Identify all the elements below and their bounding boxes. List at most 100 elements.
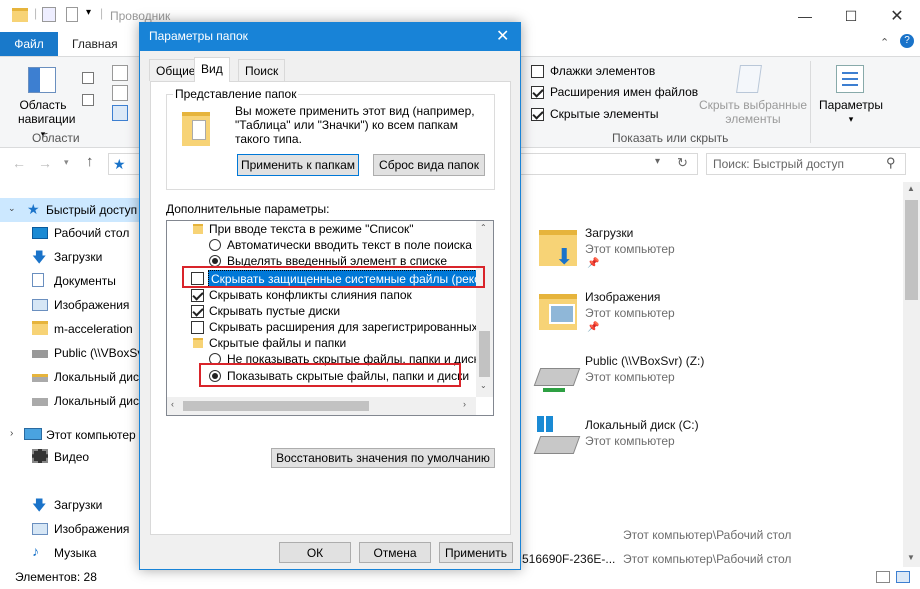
checkbox[interactable]: [191, 305, 204, 318]
back-icon[interactable]: ←: [12, 155, 26, 171]
tab-view[interactable]: Вид: [194, 57, 230, 82]
hidden-items-toggle[interactable]: Скрытые элементы: [531, 107, 659, 121]
list-item-label: При вводе текста в режиме "Список": [209, 222, 414, 236]
checkbox[interactable]: [531, 85, 544, 99]
checkbox[interactable]: [191, 289, 204, 302]
minimize-button[interactable]: —: [782, 0, 828, 32]
recent-locations-icon[interactable]: ▾: [64, 157, 69, 168]
tab-file[interactable]: Файл: [0, 32, 58, 56]
reset-folders-button[interactable]: Сброс вида папок: [373, 154, 485, 176]
separator: |: [100, 6, 104, 20]
tile-subtitle: Этот компьютер: [585, 306, 675, 320]
music-icon: ♪: [32, 543, 39, 559]
file-extensions-toggle[interactable]: Расширения имен файлов: [531, 85, 698, 99]
tile-title: Изображения: [585, 290, 661, 304]
nav-item-downloads-pc[interactable]: 🡇 Загрузки: [0, 494, 140, 516]
chevron-down-icon[interactable]: ▾: [655, 156, 660, 167]
navigation-pane-icon[interactable]: [28, 67, 56, 93]
documents-icon: [32, 273, 44, 287]
tile-downloads[interactable]: ⬇ Загрузки Этот компьютер 📌: [535, 220, 795, 276]
tile-public-drive[interactable]: Public (\\VBoxSvr) (Z:) Этот компьютер: [533, 348, 795, 404]
video-icon: [32, 449, 48, 463]
tile-local-disk[interactable]: Локальный диск (C:) Этот компьютер: [533, 412, 795, 468]
help-icon[interactable]: ?: [900, 34, 914, 48]
tile-title: Public (\\VBoxSvr) (Z:): [585, 354, 705, 368]
details-pane-icon[interactable]: [82, 94, 94, 106]
tab-search[interactable]: Поиск: [238, 59, 286, 81]
scroll-thumb[interactable]: [905, 200, 918, 300]
nav-item-desktop[interactable]: Рабочий стол: [0, 222, 140, 244]
dialog-title: Параметры папок: [149, 29, 248, 43]
scroll-down-icon[interactable]: ▼: [907, 553, 915, 562]
layout-icon[interactable]: [112, 105, 128, 121]
folder-icon: [193, 338, 203, 348]
recent-file-path: Этот компьютер\Рабочий стол: [623, 528, 792, 542]
scroll-thumb[interactable]: [183, 401, 369, 411]
scrollbar[interactable]: ▲ ▼: [903, 182, 920, 567]
restore-defaults-button[interactable]: Восстановить значения по умолчанию: [271, 448, 495, 468]
nav-quick-access[interactable]: ⌄ ★ Быстрый доступ: [0, 198, 140, 222]
ok-button[interactable]: ОК: [279, 542, 351, 563]
collapse-ribbon-icon[interactable]: ⌃: [880, 36, 889, 49]
options-label: Параметры: [819, 98, 883, 112]
scroll-up-icon[interactable]: ▲: [907, 184, 915, 193]
properties-icon[interactable]: [42, 7, 56, 22]
chevron-right-icon[interactable]: ›: [10, 428, 13, 439]
list-hscrollbar[interactable]: ‹ ›: [167, 397, 476, 415]
search-input[interactable]: Поиск: Быстрый доступ: [706, 153, 906, 175]
nav-item-downloads[interactable]: 🡇 Загрузки: [0, 246, 140, 268]
nav-item-documents[interactable]: Документы: [0, 270, 140, 292]
qat-dropdown-icon[interactable]: ▾: [86, 7, 91, 18]
tiles-view-icon[interactable]: [896, 571, 910, 583]
view-tab-panel: Представление папок Вы можете применить …: [150, 81, 511, 535]
nav-item-m-acceleration[interactable]: m-acceleration: [0, 318, 140, 340]
up-icon[interactable]: ↑: [86, 153, 94, 170]
description-line: "Таблица" или "Значки") ко всем папкам: [235, 118, 458, 132]
pin-icon[interactable]: 📌: [587, 258, 599, 269]
nav-item-pictures-pc[interactable]: Изображения: [0, 518, 140, 540]
nav-item-public[interactable]: Public (\\VBoxSvr): [0, 342, 151, 364]
layout-icon[interactable]: [112, 65, 128, 81]
nav-label: m-acceleration: [54, 322, 133, 336]
radio-button[interactable]: [209, 239, 221, 251]
item-checkboxes-toggle[interactable]: Флажки элементов: [531, 64, 655, 78]
checkbox[interactable]: [531, 107, 544, 121]
scroll-left-icon[interactable]: ‹: [171, 399, 174, 409]
chevron-down-icon[interactable]: ⌄: [8, 203, 16, 214]
close-icon[interactable]: ✕: [496, 26, 509, 46]
nav-item-local-disk-2[interactable]: Локальный дис: [0, 390, 140, 412]
hide-selected-button[interactable]: Скрыть выбранные элементы: [696, 98, 810, 126]
preview-pane-icon[interactable]: [82, 72, 94, 84]
scroll-right-icon[interactable]: ›: [463, 399, 466, 409]
advanced-settings-label: Дополнительные параметры:: [166, 202, 330, 216]
network-drive-icon: [32, 350, 48, 358]
nav-item-music[interactable]: ♪ Музыка: [0, 542, 140, 564]
checkbox[interactable]: [531, 64, 544, 78]
scroll-thumb[interactable]: [479, 331, 490, 377]
list-scrollbar[interactable]: ⌃ ⌄: [476, 221, 493, 397]
tile-subtitle: Этот компьютер: [585, 242, 675, 256]
tile-pictures[interactable]: Изображения Этот компьютер 📌: [535, 284, 795, 340]
details-view-icon[interactable]: [876, 571, 890, 583]
pin-icon[interactable]: 📌: [587, 322, 599, 333]
nav-item-videos[interactable]: Видео: [0, 446, 140, 468]
refresh-icon[interactable]: ↻: [677, 155, 688, 171]
cancel-button[interactable]: Отмена: [359, 542, 431, 563]
options-button[interactable]: Параметры ▾: [816, 98, 886, 126]
nav-item-pictures[interactable]: Изображения: [0, 294, 140, 316]
apply-button[interactable]: Применить: [439, 542, 513, 563]
close-button[interactable]: ✕: [874, 0, 920, 32]
tab-home[interactable]: Главная: [72, 37, 118, 51]
nav-this-pc[interactable]: › Этот компьютер: [0, 424, 140, 446]
connected-indicator: [543, 388, 565, 392]
nav-item-local-disk[interactable]: Локальный дис: [0, 366, 140, 388]
apply-to-folders-button[interactable]: Применить к папкам: [237, 154, 359, 176]
forward-icon[interactable]: →: [38, 155, 52, 171]
scroll-up-icon[interactable]: ⌃: [480, 223, 487, 232]
maximize-button[interactable]: ☐: [828, 0, 874, 32]
new-folder-icon[interactable]: [66, 7, 78, 22]
checkbox[interactable]: [191, 321, 204, 334]
scroll-down-icon[interactable]: ⌄: [480, 381, 487, 390]
layout-icon[interactable]: [112, 85, 128, 101]
recent-file-name[interactable]: 516690F-236E-...: [522, 552, 615, 566]
